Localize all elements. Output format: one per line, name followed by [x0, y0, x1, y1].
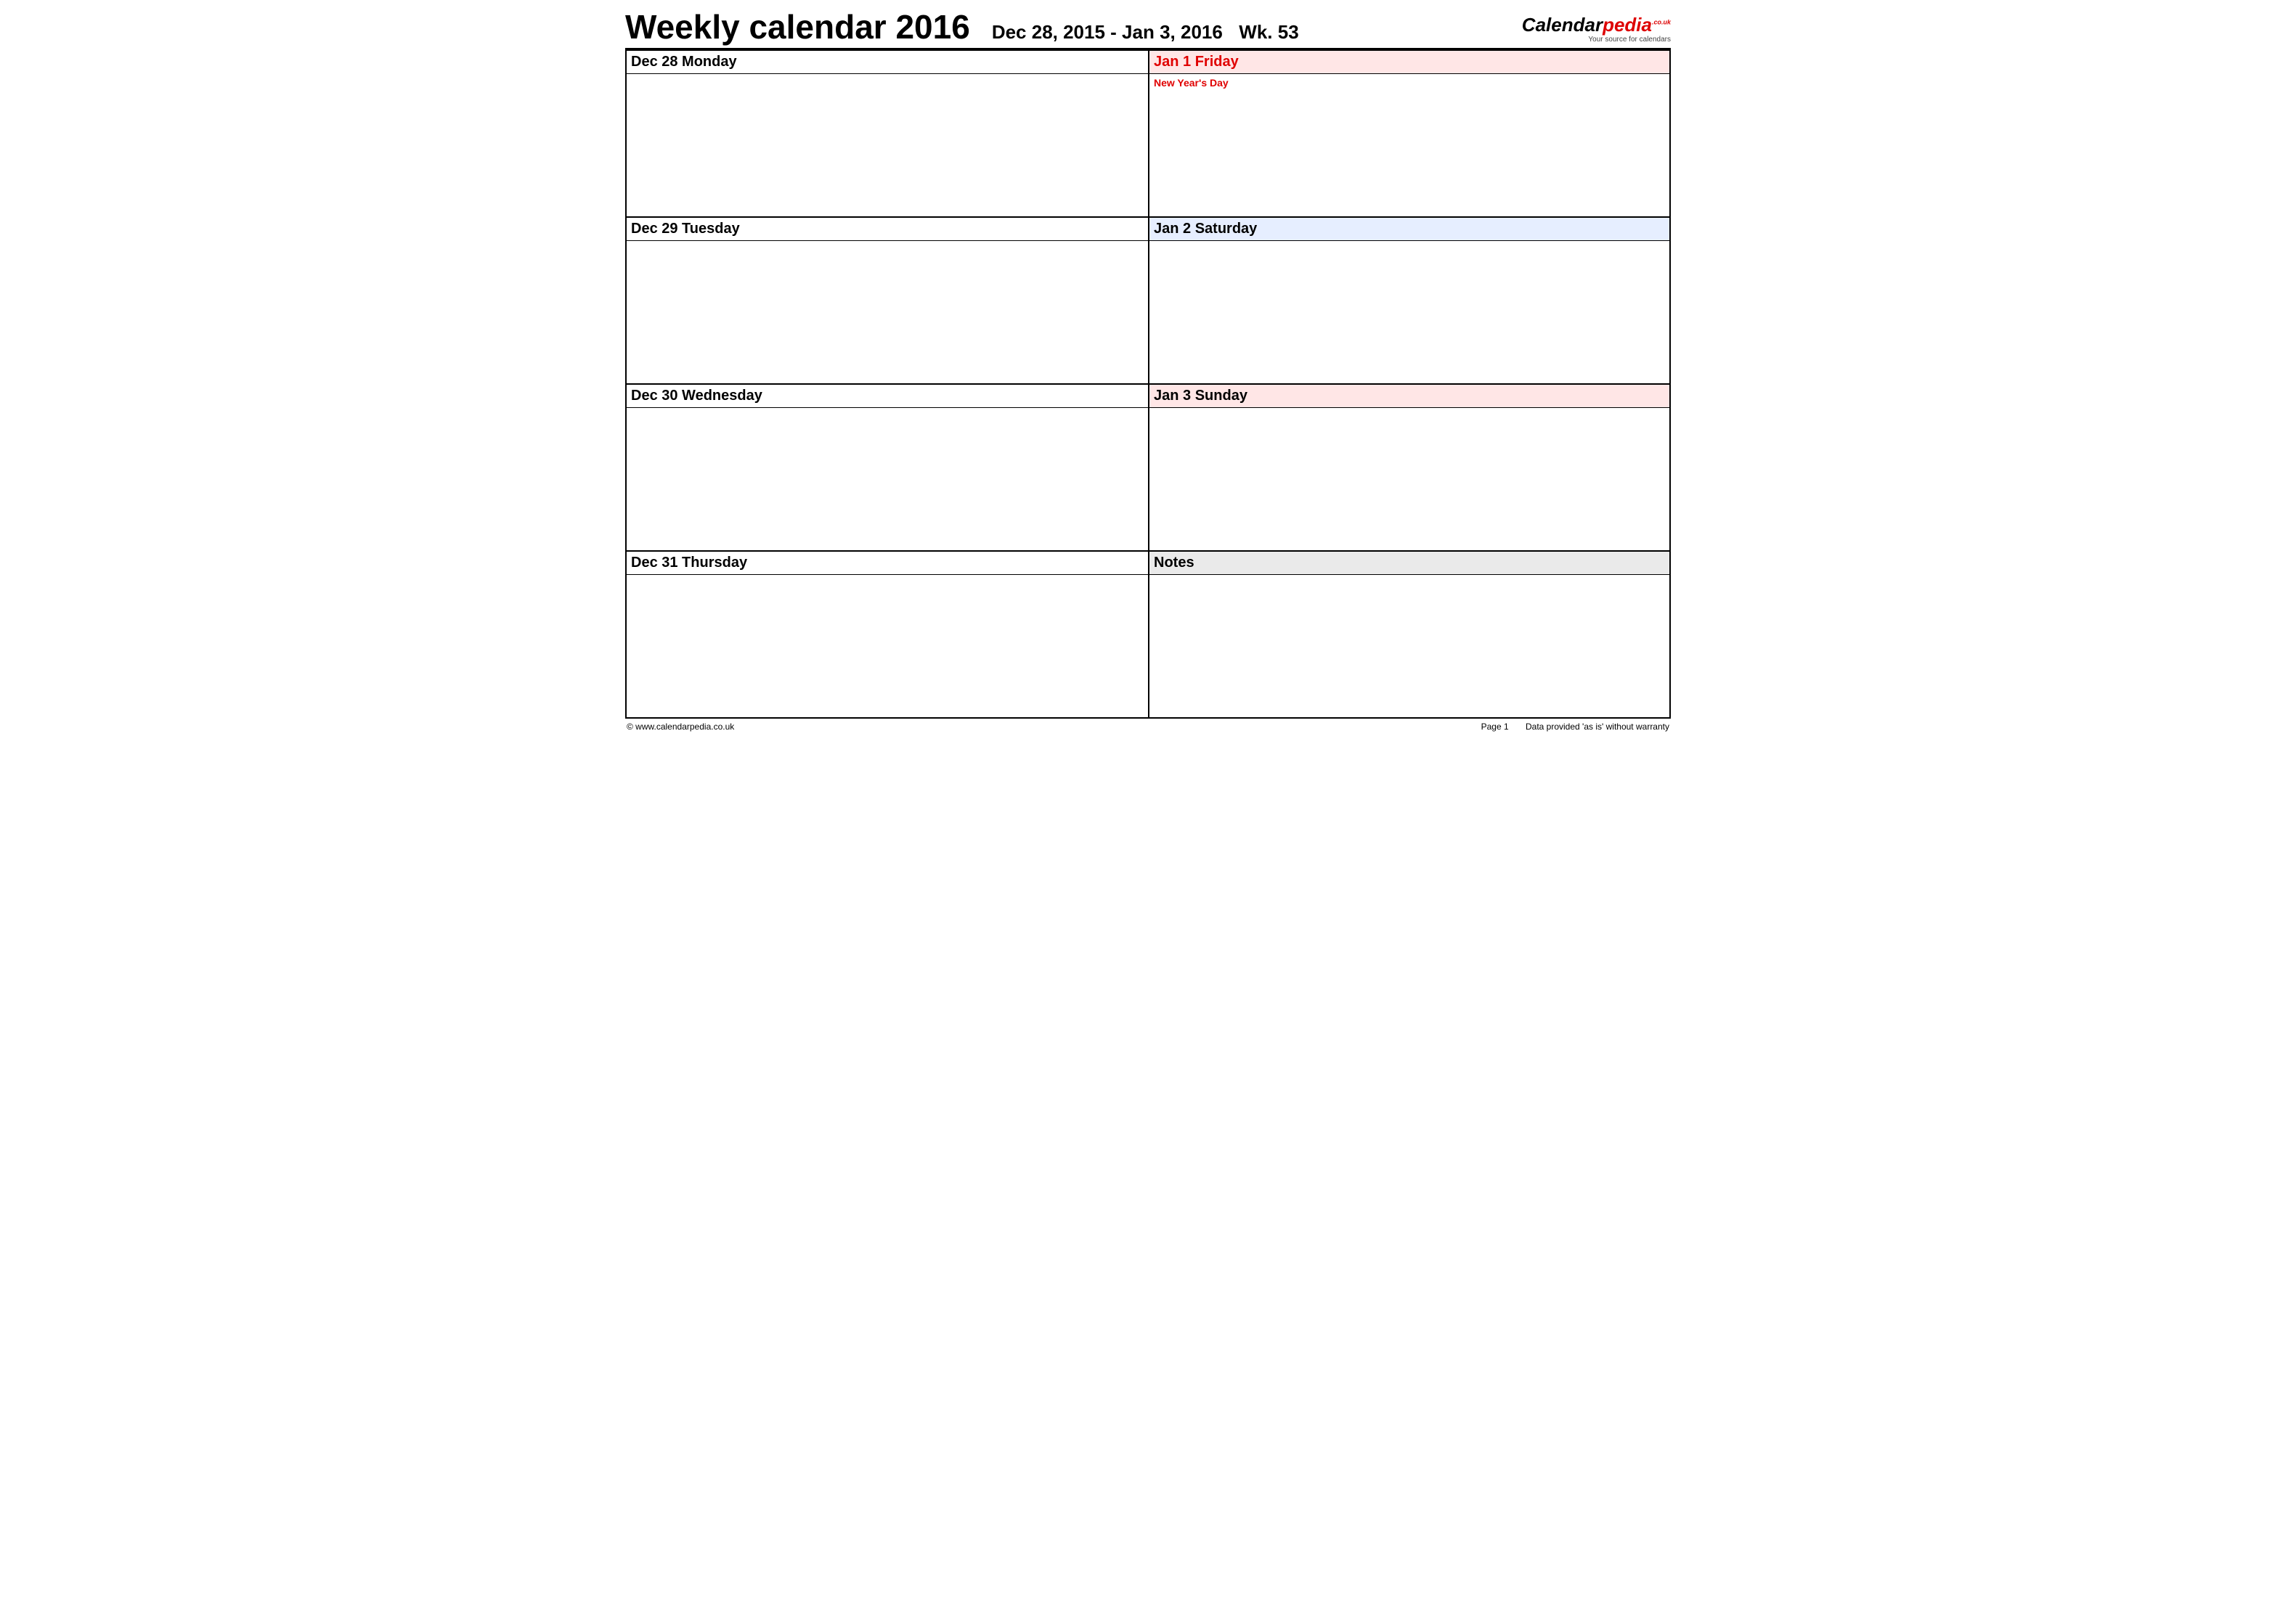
day-cell-sunday: Jan 3 Sunday	[1148, 383, 1669, 550]
day-cell-saturday: Jan 2 Saturday	[1148, 216, 1669, 383]
day-head: Jan 3 Sunday	[1149, 385, 1669, 408]
page-title: Weekly calendar 2016	[625, 10, 970, 44]
logo-part2: pedia	[1603, 14, 1652, 36]
date-range-block: Dec 28, 2015 - Jan 3, 2016 Wk. 53	[992, 21, 1299, 44]
logo-suffix: .co.uk	[1652, 19, 1671, 26]
logo-text: Calendarpedia.co.uk	[1522, 15, 1671, 36]
logo-part1: Calendar	[1522, 14, 1603, 36]
day-head: Dec 31 Thursday	[627, 552, 1148, 575]
day-body	[627, 575, 1148, 717]
day-body	[627, 241, 1148, 383]
footer-disclaimer: Data provided 'as is' without warranty	[1526, 722, 1669, 732]
notes-head: Notes	[1149, 552, 1669, 575]
day-body	[627, 408, 1148, 550]
footer-right: Page 1 Data provided 'as is' without war…	[1467, 722, 1669, 732]
footer-copyright: © www.calendarpedia.co.uk	[627, 722, 734, 732]
calendar-grid: Dec 28 Monday Jan 1 Friday New Year's Da…	[625, 49, 1671, 719]
notes-cell: Notes	[1148, 550, 1669, 717]
brand-logo: Calendarpedia.co.uk Your source for cale…	[1522, 15, 1671, 44]
day-cell-monday: Dec 28 Monday	[627, 49, 1148, 216]
day-head: Dec 28 Monday	[627, 51, 1148, 74]
day-cell-thursday: Dec 31 Thursday	[627, 550, 1148, 717]
day-head: Dec 30 Wednesday	[627, 385, 1148, 408]
day-body	[627, 74, 1148, 216]
day-body: New Year's Day	[1149, 74, 1669, 216]
day-body	[1149, 408, 1669, 550]
footer-page: Page 1	[1481, 722, 1509, 732]
week-number: Wk. 53	[1239, 21, 1298, 43]
day-body	[1149, 241, 1669, 383]
day-cell-wednesday: Dec 30 Wednesday	[627, 383, 1148, 550]
day-cell-friday: Jan 1 Friday New Year's Day	[1148, 49, 1669, 216]
day-head: Dec 29 Tuesday	[627, 218, 1148, 241]
day-head: Jan 1 Friday	[1149, 51, 1669, 74]
page-header: Weekly calendar 2016 Dec 28, 2015 - Jan …	[625, 7, 1671, 49]
logo-tagline: Your source for calendars	[1522, 36, 1671, 44]
notes-body	[1149, 575, 1669, 717]
day-cell-tuesday: Dec 29 Tuesday	[627, 216, 1148, 383]
day-head: Jan 2 Saturday	[1149, 218, 1669, 241]
header-left: Weekly calendar 2016 Dec 28, 2015 - Jan …	[625, 10, 1299, 44]
date-range: Dec 28, 2015 - Jan 3, 2016	[992, 21, 1223, 43]
page-footer: © www.calendarpedia.co.uk Page 1 Data pr…	[625, 719, 1671, 732]
